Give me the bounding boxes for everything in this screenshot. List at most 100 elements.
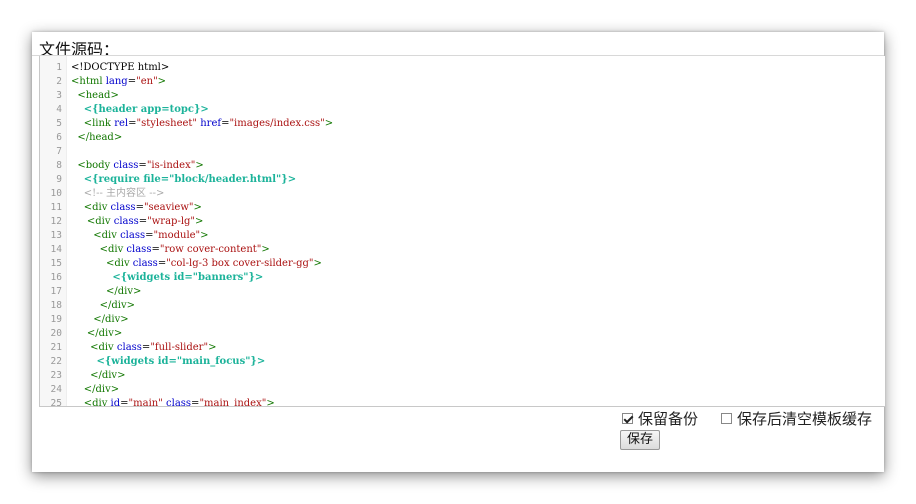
clear-cache-option[interactable]: 保存后清空模板缓存 bbox=[721, 408, 872, 429]
code-line: 1 <!DOCTYPE html> bbox=[40, 61, 885, 75]
line-text: </div> bbox=[71, 313, 128, 327]
code-token: <html bbox=[71, 76, 106, 87]
line-text: </div> bbox=[71, 299, 135, 313]
code-token: <div bbox=[83, 202, 111, 213]
code-line: 9 <{require file="block/header.html"}> bbox=[40, 173, 885, 187]
code-token: class bbox=[110, 202, 136, 213]
code-token: </div> bbox=[99, 300, 135, 311]
code-line: 23 </div> bbox=[40, 369, 885, 383]
code-token: "module" bbox=[153, 230, 201, 241]
code-token: > bbox=[208, 342, 217, 353]
code-line: 12 <div class="wrap-lg"> bbox=[40, 215, 885, 229]
line-number: 19 bbox=[50, 314, 62, 325]
code-line: 25 <div id="main" class="main_index"> bbox=[40, 397, 885, 407]
line-number: 7 bbox=[56, 146, 62, 157]
line-text: </div> bbox=[71, 383, 119, 397]
line-number: 6 bbox=[56, 132, 62, 143]
code-token: "full-slider" bbox=[150, 342, 209, 353]
code-token: </div> bbox=[90, 370, 126, 381]
code-token: rel bbox=[114, 118, 129, 129]
code-token: <{header app=topc}> bbox=[83, 104, 209, 115]
code-token: > bbox=[200, 230, 209, 241]
code-line: 7 bbox=[40, 145, 885, 159]
code-token: "row cover-content" bbox=[159, 244, 262, 255]
line-text: <div class="row cover-content"> bbox=[71, 243, 270, 257]
line-text: <div class="col-lg-3 box cover-silder-gg… bbox=[71, 257, 322, 271]
line-number: 15 bbox=[50, 258, 62, 269]
line-number: 14 bbox=[50, 244, 62, 255]
code-token: "main_index" bbox=[199, 398, 267, 407]
code-token: <div bbox=[99, 244, 127, 255]
code-editor[interactable]: 1 <!DOCTYPE html> 2 <html lang="en"> 3 <head… bbox=[39, 56, 885, 407]
code-token: = bbox=[135, 202, 144, 213]
code-token: "main" bbox=[128, 398, 163, 407]
code-token: > bbox=[313, 258, 322, 269]
code-token: </head> bbox=[77, 132, 123, 143]
code-token: = bbox=[151, 244, 160, 255]
line-number: 12 bbox=[50, 216, 62, 227]
code-line: 14 <div class="row cover-content"> bbox=[40, 243, 885, 257]
code-token: <{widgets id="main_focus"}> bbox=[96, 356, 266, 367]
line-number: 5 bbox=[56, 118, 62, 129]
code-line: 8 <body class="is-index"> bbox=[40, 159, 885, 173]
save-button[interactable]: 保存 bbox=[620, 430, 661, 450]
line-number: 1 bbox=[56, 62, 62, 73]
line-text: <!-- 主内容区 --> bbox=[71, 187, 165, 201]
code-lines: 1 <!DOCTYPE html> 2 <html lang="en"> 3 <head… bbox=[40, 61, 885, 407]
code-line: 18 </div> bbox=[40, 299, 885, 313]
line-text: <div class="module"> bbox=[71, 229, 209, 243]
code-line: 2 <html lang="en"> bbox=[40, 75, 885, 89]
code-token: = bbox=[127, 76, 137, 87]
line-number: 25 bbox=[50, 398, 62, 407]
code-token: "is-index" bbox=[146, 160, 196, 171]
code-token: = bbox=[157, 258, 167, 269]
code-line: 24 </div> bbox=[40, 383, 885, 397]
code-token: <{require file="block/header.html"}> bbox=[83, 174, 297, 185]
line-number: 4 bbox=[56, 104, 62, 115]
code-token: = bbox=[138, 160, 147, 171]
code-token: <div bbox=[93, 230, 121, 241]
code-token: id bbox=[110, 398, 121, 407]
clear-cache-checkbox[interactable] bbox=[721, 413, 732, 424]
keep-backup-checkbox[interactable] bbox=[622, 413, 633, 424]
line-number: 11 bbox=[50, 202, 62, 213]
code-token: class bbox=[132, 258, 158, 269]
code-line: 15 <div class="col-lg-3 box cover-silder… bbox=[40, 257, 885, 271]
line-text: <link rel="stylesheet" href="images/inde… bbox=[71, 117, 333, 131]
code-line: 19 </div> bbox=[40, 313, 885, 327]
code-line: 13 <div class="module"> bbox=[40, 229, 885, 243]
line-number: 18 bbox=[50, 300, 62, 311]
code-token: class bbox=[120, 230, 146, 241]
code-token: class bbox=[126, 244, 152, 255]
code-token: <div bbox=[86, 216, 114, 227]
keep-backup-option[interactable]: 保留备份 bbox=[622, 408, 698, 429]
code-token: "stylesheet" bbox=[136, 118, 198, 129]
code-line: 4 <{header app=topc}> bbox=[40, 103, 885, 117]
code-token: = bbox=[120, 398, 129, 407]
code-token: lang bbox=[105, 76, 128, 87]
code-token: <!DOCTYPE html> bbox=[71, 62, 170, 73]
code-token: > bbox=[266, 398, 275, 407]
code-line: 17 </div> bbox=[40, 285, 885, 299]
line-number: 22 bbox=[50, 356, 62, 367]
line-text: <head> bbox=[71, 89, 118, 103]
code-line: 6 </head> bbox=[40, 131, 885, 145]
line-number: 3 bbox=[56, 90, 62, 101]
line-text: </div> bbox=[71, 369, 125, 383]
code-token: <!-- 主内容区 --> bbox=[83, 188, 165, 199]
code-token: <div bbox=[105, 258, 133, 269]
line-text: <{header app=topc}> bbox=[71, 103, 209, 117]
code-token: > bbox=[193, 202, 202, 213]
